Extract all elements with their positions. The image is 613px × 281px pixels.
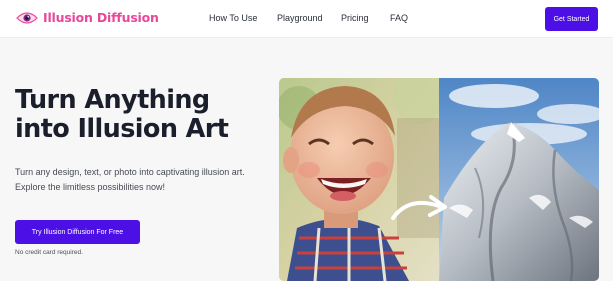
no-credit-card-note: No credit card required. (15, 249, 83, 256)
try-free-button[interactable]: Try Illusion Diffusion For Free (15, 220, 140, 244)
child-photo (279, 78, 445, 281)
nav-link-how-to-use[interactable]: How To Use (209, 13, 257, 23)
mountain-photo (439, 78, 599, 281)
nav-links: How To Use Playground Pricing FAQ (0, 13, 613, 27)
hero-title: Turn Anything into Illusion Art (15, 86, 275, 144)
hero-image (279, 78, 599, 281)
nav-link-pricing[interactable]: Pricing (341, 13, 369, 23)
hero-title-line-2: into Illusion Art (15, 114, 229, 144)
nav-link-faq[interactable]: FAQ (390, 13, 408, 23)
nav-link-playground[interactable]: Playground (277, 13, 323, 23)
before-after-illustration (279, 78, 599, 281)
hero-subtitle: Turn any design, text, or photo into cap… (15, 167, 245, 192)
hero-title-line-1: Turn Anything (15, 85, 210, 115)
navbar: Illusion Diffusion How To Use Playground… (0, 0, 613, 38)
get-started-button[interactable]: Get Started (545, 7, 598, 31)
